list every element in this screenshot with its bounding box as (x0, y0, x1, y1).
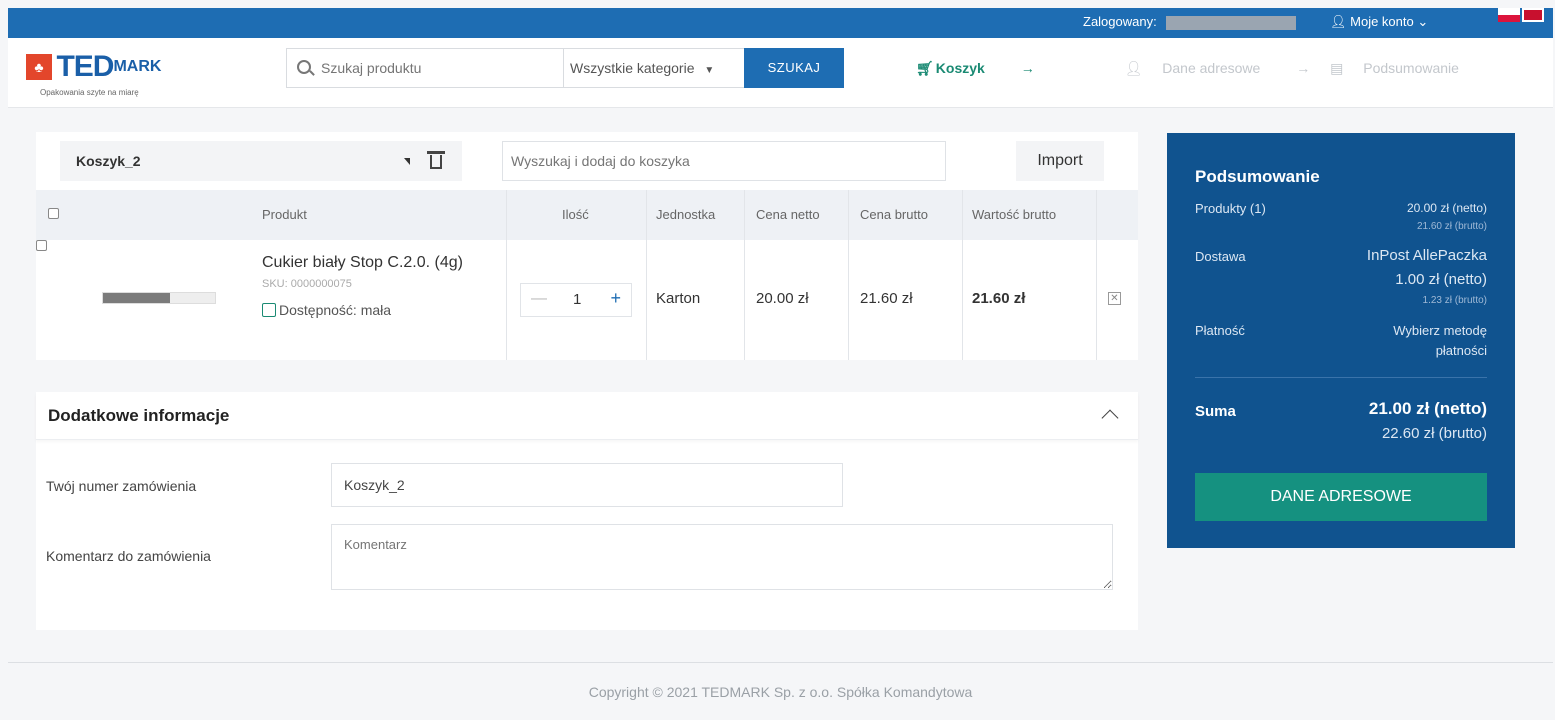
user-add-icon: 👤︎ (1124, 60, 1143, 76)
top-bar: Zalogowany: 👤︎ Moje konto ⌄ (8, 8, 1553, 38)
cart-table-header: Produkt Ilość Jednostka Cena netto Cena … (36, 190, 1138, 240)
logo[interactable]: ♣ TEDMARK Opakowania szyte na miarę (26, 50, 162, 97)
checkout-steps: 🛒︎ Koszyk → 👤︎ Dane adresowe → ▤ Podsumow… (916, 60, 1491, 77)
step-arrow-2: → (1296, 60, 1311, 76)
order-summary: Podsumowanie Produkty (1) 20.00 zł (nett… (1167, 133, 1515, 548)
products-net: 20.00 zł (netto) (1406, 201, 1487, 215)
logo-text-ted: TED (56, 50, 114, 83)
col-gross-price: Cena brutto (860, 207, 928, 222)
flag-pl-icon[interactable] (1498, 8, 1520, 22)
footer: Copyright © 2021 TEDMARK Sp. z o.o. Spół… (8, 662, 1553, 720)
product-availability: Dostępność: mała (262, 302, 391, 318)
logo-mark-icon: ♣ (26, 54, 52, 80)
total-label: Suma (1195, 403, 1236, 420)
delivery-gross: 1.23 zł (brutto) (1422, 295, 1487, 306)
step-arrow-1: → (1020, 60, 1035, 76)
search-input[interactable] (321, 49, 561, 87)
total-net: 21.00 zł (netto) (1368, 399, 1487, 418)
comment-label: Komentarz do zamówienia (46, 548, 211, 564)
col-gross-value: Wartość brutto (972, 207, 1057, 222)
col-product: Produkt (262, 207, 307, 222)
quantity-stepper: — 1 + (520, 283, 632, 317)
col-unit: Jednostka (656, 207, 716, 222)
logged-in-label: Zalogowany: (1083, 14, 1157, 29)
logged-in-info: Zalogowany: (1083, 14, 1297, 30)
redacted-username (1166, 15, 1297, 30)
address-details-button[interactable]: DANE ADRESOWE (1195, 473, 1487, 521)
add-to-cart-search[interactable] (502, 141, 946, 181)
trash-icon (427, 151, 445, 154)
col-quantity: Ilość (562, 207, 589, 222)
summary-title: Podsumowanie (1195, 167, 1320, 186)
product-name[interactable]: Cukier biały Stop C.2.0. (4g) (262, 254, 463, 272)
payment-value[interactable]: Wybierz metodę płatności (1367, 321, 1487, 361)
category-select[interactable]: Wszystkie kategorie ▼ (563, 49, 743, 87)
import-button[interactable]: Import (1016, 141, 1104, 181)
product-sku: SKU: 0000000075 (262, 278, 352, 290)
product-image (102, 292, 216, 304)
product-search: Wszystkie kategorie ▼ SZUKAJ (286, 48, 844, 88)
account-label: Moje konto (1350, 14, 1414, 29)
select-all-checkbox[interactable] (48, 208, 59, 219)
products-label: Produkty (1) (1195, 201, 1266, 216)
unit-value: Karton (656, 290, 701, 307)
decrement-button[interactable]: — (531, 290, 547, 308)
col-net-price: Cena netto (756, 207, 820, 222)
language-switcher (1498, 8, 1548, 22)
summary-divider (1195, 377, 1487, 378)
total-gross: 22.60 zł (brutto) (1381, 425, 1487, 442)
caret-down-icon: ▼ (704, 65, 715, 76)
table-row: Cukier biały Stop C.2.0. (4g) SKU: 00000… (36, 240, 1138, 360)
payment-label: Płatność (1195, 323, 1245, 338)
step-cart[interactable]: 🛒︎ Koszyk (916, 60, 1005, 76)
step-address: 👤︎ Dane adresowe (1124, 60, 1261, 76)
cart-panel: Koszyk_2 Import Produkt Ilość Jednostka … (36, 132, 1138, 360)
delivery-label: Dostawa (1195, 249, 1246, 264)
cart-icon: 🛒︎ (916, 60, 934, 76)
quantity-value[interactable]: 1 (573, 291, 581, 308)
package-icon (262, 303, 276, 317)
additional-info-header[interactable]: Dodatkowe informacje (36, 392, 1138, 440)
delivery-method: InPost AllePaczka (1366, 247, 1487, 264)
comment-textarea[interactable] (331, 524, 1113, 590)
document-icon: ▤ (1330, 60, 1344, 76)
logo-text-mark: MARK (113, 58, 162, 75)
cart-select[interactable]: Koszyk_2 (60, 141, 434, 181)
category-select-label: Wszystkie kategorie (570, 60, 695, 76)
copyright-text: Copyright © 2021 TEDMARK Sp. z o.o. Spół… (588, 684, 973, 700)
gross-price-value: 21.60 zł (860, 290, 913, 307)
additional-info-panel: Dodatkowe informacje Twój numer zamówien… (36, 392, 1138, 630)
net-price-value: 20.00 zł (756, 290, 809, 307)
cart-select-value: Koszyk_2 (76, 153, 141, 169)
flag-uk-icon[interactable] (1522, 8, 1544, 22)
account-menu[interactable]: 👤︎ Moje konto ⌄ (1330, 14, 1428, 30)
step-summary: ▤ Podsumowanie (1330, 60, 1459, 76)
user-icon: 👤︎ (1330, 14, 1347, 29)
products-gross: 21.60 zł (brutto) (1416, 221, 1487, 232)
site-header: ♣ TEDMARK Opakowania szyte na miarę Wszy… (8, 38, 1553, 108)
increment-button[interactable]: + (610, 288, 621, 309)
order-number-input[interactable] (331, 463, 843, 507)
chevron-up-icon[interactable] (1101, 409, 1119, 427)
search-button[interactable]: SZUKAJ (744, 48, 844, 88)
remove-item-button[interactable]: ✕ (1108, 292, 1121, 305)
additional-info-title: Dodatkowe informacje (48, 406, 230, 425)
row-checkbox[interactable] (36, 240, 47, 251)
trash-icon-body (430, 155, 442, 169)
chevron-down-icon: ⌄ (1417, 14, 1429, 29)
order-number-label: Twój numer zamówienia (46, 478, 197, 494)
gross-value-value: 21.60 zł (972, 290, 1026, 307)
logo-tagline: Opakowania szyte na miarę (40, 88, 139, 97)
delete-cart-button[interactable] (410, 141, 462, 181)
search-icon (297, 60, 311, 74)
delivery-net: 1.00 zł (netto) (1395, 271, 1487, 288)
